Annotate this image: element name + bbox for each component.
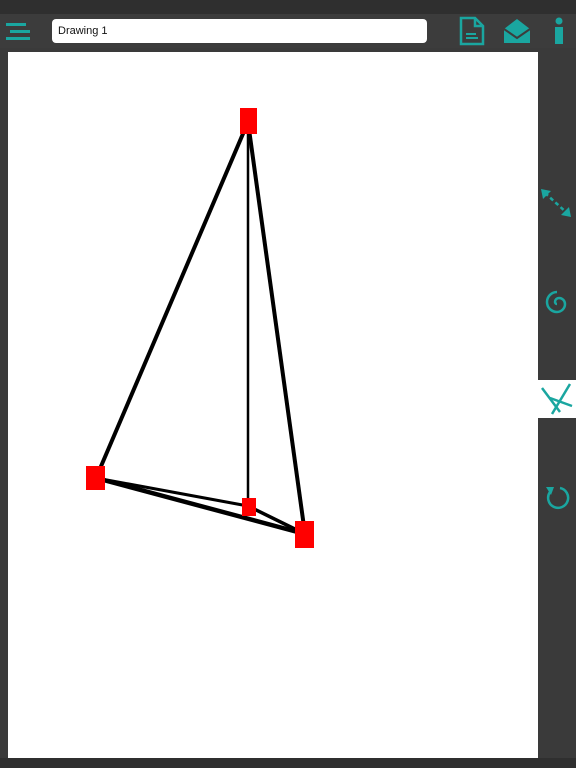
cut-tool-button[interactable] xyxy=(538,380,576,418)
vertex-top[interactable] xyxy=(240,108,257,134)
resize-tool-button[interactable] xyxy=(538,184,576,222)
mail-icon[interactable] xyxy=(502,16,532,46)
new-document-icon[interactable] xyxy=(457,16,487,46)
edge-top-left xyxy=(94,121,250,479)
vertex-right[interactable] xyxy=(295,521,314,548)
vertex-center[interactable] xyxy=(242,498,256,516)
spiral-tool-button[interactable] xyxy=(538,284,576,322)
status-strip xyxy=(0,0,576,14)
vertex-left[interactable] xyxy=(86,466,105,490)
rotate-icon xyxy=(546,486,570,509)
tool-sidebar xyxy=(538,48,576,760)
top-toolbar xyxy=(0,0,576,48)
edge-left-right xyxy=(95,475,306,537)
edge-top-right xyxy=(246,121,307,535)
cut-lines-icon xyxy=(541,383,573,415)
diagonal-arrows-icon xyxy=(541,189,571,217)
bottom-strip xyxy=(0,758,576,768)
hamburger-menu-icon[interactable] xyxy=(4,18,32,46)
reset-tool-button[interactable] xyxy=(538,480,576,518)
document-title-input[interactable] xyxy=(52,19,427,43)
info-icon[interactable] xyxy=(546,16,576,46)
drawing-canvas[interactable] xyxy=(8,52,538,758)
edge-left-center xyxy=(95,476,249,508)
spiral-icon xyxy=(545,290,567,314)
